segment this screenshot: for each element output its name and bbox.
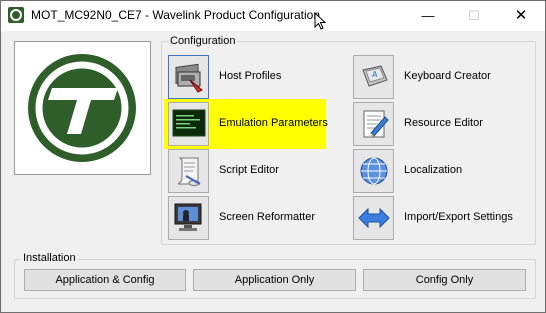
title-bar[interactable]: MOT_MC92N0_CE7 - Wavelink Product Config… bbox=[1, 1, 545, 31]
document-edit-icon bbox=[363, 110, 389, 138]
import-export-settings-button[interactable]: Import/Export Settings bbox=[353, 196, 528, 241]
screen-reformatter-label: Screen Reformatter bbox=[219, 211, 315, 223]
import-export-icon-button[interactable] bbox=[353, 196, 394, 240]
localization-button[interactable]: Localization bbox=[353, 149, 523, 194]
close-button[interactable]: ✕ bbox=[498, 1, 544, 31]
mouse-cursor-icon bbox=[314, 12, 326, 30]
wavelink-app-icon bbox=[8, 7, 24, 23]
emulation-parameters-label: Emulation Parameters bbox=[219, 117, 328, 129]
minimize-button[interactable]: — bbox=[405, 1, 451, 31]
keyboard-creator-icon-button[interactable]: A bbox=[353, 55, 394, 99]
scroll-icon bbox=[177, 157, 201, 186]
monitor-icon bbox=[174, 203, 202, 231]
localization-icon-button[interactable] bbox=[353, 149, 394, 193]
host-profiles-icon-button[interactable] bbox=[168, 55, 209, 99]
installation-group-label: Installation bbox=[21, 252, 78, 264]
script-editor-label: Script Editor bbox=[219, 164, 279, 176]
maximize-button[interactable]: ☐ bbox=[451, 1, 497, 31]
keyboard-key-icon: A bbox=[362, 65, 388, 87]
configuration-group-label: Configuration bbox=[168, 35, 238, 47]
host-profiles-icon bbox=[175, 63, 203, 93]
app-window: MOT_MC92N0_CE7 - Wavelink Product Config… bbox=[0, 0, 546, 313]
localization-label: Localization bbox=[404, 164, 463, 176]
import-export-settings-label: Import/Export Settings bbox=[404, 211, 513, 223]
application-only-button[interactable]: Application Only bbox=[193, 269, 356, 291]
logo-panel bbox=[14, 41, 151, 175]
host-profiles-button[interactable]: Host Profiles bbox=[168, 55, 328, 100]
resource-editor-icon-button[interactable] bbox=[353, 102, 394, 146]
emulation-parameters-button[interactable]: Emulation Parameters bbox=[168, 102, 328, 147]
emulation-terminal-icon bbox=[172, 109, 206, 137]
script-editor-icon-button[interactable] bbox=[168, 149, 209, 193]
config-only-button[interactable]: Config Only bbox=[363, 269, 526, 291]
window-title: MOT_MC92N0_CE7 - Wavelink Product Config… bbox=[31, 8, 321, 22]
double-arrow-icon bbox=[358, 207, 390, 229]
resource-editor-button[interactable]: Resource Editor bbox=[353, 102, 523, 147]
script-editor-button[interactable]: Script Editor bbox=[168, 149, 328, 194]
screen-reformatter-icon-button[interactable] bbox=[168, 196, 209, 240]
keyboard-creator-label: Keyboard Creator bbox=[404, 70, 491, 82]
keyboard-creator-button[interactable]: A Keyboard Creator bbox=[353, 55, 523, 100]
globe-icon bbox=[360, 157, 388, 185]
emulation-parameters-icon-button[interactable] bbox=[168, 102, 209, 146]
resource-editor-label: Resource Editor bbox=[404, 117, 483, 129]
wavelink-logo bbox=[28, 54, 136, 162]
host-profiles-label: Host Profiles bbox=[219, 70, 282, 82]
screen-reformatter-button[interactable]: Screen Reformatter bbox=[168, 196, 328, 241]
application-and-config-button[interactable]: Application & Config bbox=[24, 269, 186, 291]
svg-text:A: A bbox=[372, 70, 378, 79]
